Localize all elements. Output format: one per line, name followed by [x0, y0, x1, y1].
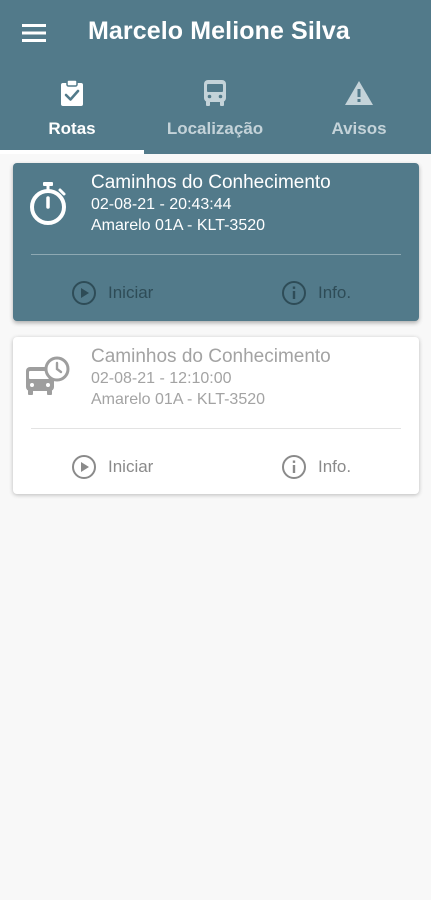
menu-button[interactable]: [14, 16, 54, 50]
start-label: Iniciar: [108, 283, 154, 302]
tab-indicator: [0, 150, 144, 154]
route-name: Caminhos do Conhecimento: [91, 172, 331, 193]
info-label: Info.: [318, 457, 352, 476]
card-divider: [31, 254, 401, 255]
info-button[interactable]: Info.: [281, 278, 351, 308]
app-title: Marcelo Melione Silva: [88, 17, 350, 45]
info-icon: [282, 455, 306, 479]
tab-avisos[interactable]: Avisos: [318, 72, 400, 154]
hamburger-icon: [22, 24, 46, 42]
tab-bar: Rotas Localização Avisos: [0, 72, 431, 154]
start-button[interactable]: Iniciar: [71, 452, 153, 482]
route-datetime: 02-08-21 - 12:10:00: [91, 370, 232, 387]
start-label: Iniciar: [108, 457, 154, 476]
stopwatch-icon: [30, 182, 66, 225]
info-button[interactable]: Info.: [281, 452, 351, 482]
tab-rotas[interactable]: Rotas: [22, 72, 122, 154]
tab-localizacao[interactable]: Localização: [155, 72, 275, 154]
tab-label: Rotas: [48, 119, 96, 138]
app-bar: Marcelo Melione Silva Rotas Localização …: [0, 0, 431, 154]
clipboard-check-icon: [61, 80, 83, 106]
play-circle-icon: [72, 455, 96, 479]
bus-schedule-icon: [26, 356, 70, 395]
route-card[interactable]: Caminhos do Conhecimento 02-08-21 - 20:4…: [13, 163, 419, 321]
route-bus: Amarelo 01A - KLT-3520: [91, 217, 266, 234]
route-bus: Amarelo 01A - KLT-3520: [91, 391, 266, 408]
info-icon: [282, 281, 306, 305]
route-datetime: 02-08-21 - 20:43:44: [91, 196, 232, 213]
bus-icon: [204, 80, 226, 106]
route-card[interactable]: Caminhos do Conhecimento 02-08-21 - 12:1…: [13, 337, 419, 494]
tab-label: Localização: [166, 119, 264, 138]
route-name: Caminhos do Conhecimento: [91, 346, 331, 367]
play-circle-icon: [72, 281, 96, 305]
start-button[interactable]: Iniciar: [71, 278, 153, 308]
info-label: Info.: [318, 283, 352, 302]
card-divider: [31, 428, 401, 429]
tab-label: Avisos: [331, 119, 387, 138]
warning-icon: [345, 81, 373, 105]
